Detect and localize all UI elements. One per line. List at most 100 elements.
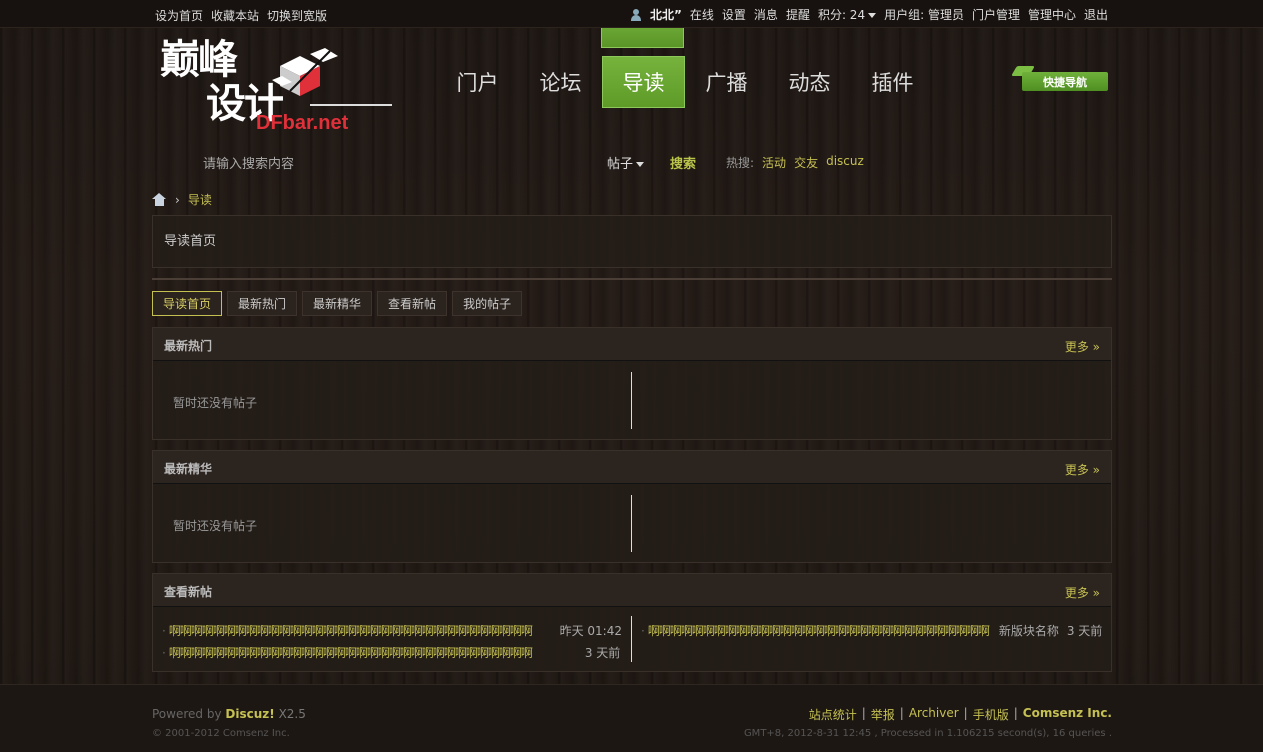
top-bar-left-links: 设为首页 收藏本站 切换到宽版 bbox=[155, 7, 327, 24]
column-divider bbox=[631, 495, 632, 552]
page-title: 导读首页 bbox=[164, 234, 217, 249]
post-time: 3 天前 bbox=[1066, 624, 1103, 638]
post-time: 3 天前 bbox=[584, 646, 621, 660]
separator: | bbox=[861, 706, 866, 720]
search-input[interactable]: 请输入搜索内容 bbox=[203, 153, 294, 172]
bullet: · bbox=[162, 645, 166, 660]
section-header: 最新精华 更多 » bbox=[153, 451, 1111, 484]
nav-item-feed[interactable]: 动态 bbox=[768, 56, 851, 108]
points-menu[interactable]: 积分: 24 bbox=[817, 6, 877, 23]
messages-link[interactable]: 消息 bbox=[754, 6, 778, 23]
footer-link-archiver[interactable]: Archiver bbox=[909, 706, 959, 723]
nav-item-plugins[interactable]: 插件 bbox=[851, 56, 934, 108]
section-header: 查看新帖 更多 » bbox=[153, 574, 1111, 607]
logo-text-top: 巅峰 bbox=[160, 36, 238, 83]
hot-keyword[interactable]: 交友 bbox=[794, 154, 818, 171]
column-divider bbox=[631, 616, 632, 662]
breadcrumb-current[interactable]: 导读 bbox=[188, 191, 212, 208]
search-type-label: 帖子 bbox=[607, 157, 634, 172]
top-bar: 设为首页 收藏本站 切换到宽版 北北” 在线 设置 消息 提醒 积分: 24 用… bbox=[0, 0, 1263, 28]
search-type-select[interactable]: 帖子 bbox=[607, 153, 645, 172]
section-latest-digest: 最新精华 更多 » 暂时还没有帖子 bbox=[152, 450, 1112, 563]
portal-admin-link[interactable]: 门户管理 bbox=[972, 6, 1020, 23]
separator: | bbox=[1013, 706, 1018, 720]
footer-links: 站点统计 | 举报 | Archiver | 手机版 | Comsenz Inc… bbox=[809, 706, 1112, 723]
user-icon bbox=[630, 8, 642, 21]
tab-latest-hot[interactable]: 最新热门 bbox=[227, 291, 298, 316]
section-latest-hot: 最新热门 更多 » 暂时还没有帖子 bbox=[152, 327, 1112, 440]
main-nav: 门户 论坛 导读 广播 动态 插件 bbox=[436, 56, 934, 108]
divider bbox=[152, 278, 1112, 280]
list-item: · 啊啊啊啊啊啊啊啊啊啊啊啊啊啊啊啊啊啊啊啊啊啊啊啊啊啊啊啊啊啊啊啊啊 3 天前 bbox=[162, 644, 622, 661]
footer-link-mobile[interactable]: 手机版 bbox=[973, 706, 1009, 723]
chevron-down-icon bbox=[868, 13, 877, 18]
empty-message: 暂时还没有帖子 bbox=[173, 519, 258, 533]
username-link[interactable]: 北北” bbox=[650, 6, 682, 23]
switch-wide-link[interactable]: 切换到宽版 bbox=[267, 7, 327, 24]
logout-link[interactable]: 退出 bbox=[1084, 6, 1108, 23]
column-divider bbox=[631, 372, 632, 429]
tab-latest-digest[interactable]: 最新精华 bbox=[302, 291, 373, 316]
usergroup-link[interactable]: 用户组: 管理员 bbox=[884, 6, 964, 23]
hot-keyword[interactable]: 活动 bbox=[762, 154, 786, 171]
guide-tabs: 导读首页 最新热门 最新精华 查看新帖 我的帖子 bbox=[152, 291, 523, 316]
footer-link-stats[interactable]: 站点统计 bbox=[809, 706, 857, 723]
footer: Powered by Discuz! X2.5 © 2001-2012 Coms… bbox=[0, 684, 1263, 752]
section-header: 最新热门 更多 » bbox=[153, 328, 1111, 361]
user-menu: 北北” 在线 设置 消息 提醒 积分: 24 用户组: 管理员 门户管理 管理中… bbox=[630, 6, 1108, 23]
reminders-link[interactable]: 提醒 bbox=[786, 6, 810, 23]
footer-stats: GMT+8, 2012-8-31 12:45 , Processed in 1.… bbox=[743, 728, 1112, 739]
footer-link-report[interactable]: 举报 bbox=[871, 706, 895, 723]
section-new-posts: 查看新帖 更多 » · 啊啊啊啊啊啊啊啊啊啊啊啊啊啊啊啊啊啊啊啊啊啊啊啊啊啊啊啊… bbox=[152, 573, 1112, 672]
active-nav-hang bbox=[601, 28, 684, 48]
quick-nav-button[interactable]: 快捷导航 bbox=[1022, 72, 1108, 91]
section-title: 最新精华 bbox=[164, 462, 213, 476]
tab-my-posts[interactable]: 我的帖子 bbox=[452, 291, 523, 316]
list-item: · 啊啊啊啊啊啊啊啊啊啊啊啊啊啊啊啊啊啊啊啊啊啊啊啊啊啊啊啊啊啊啊啊啊 昨天 0… bbox=[162, 622, 622, 639]
breadcrumb: › 导读 bbox=[152, 191, 212, 208]
admin-center-link[interactable]: 管理中心 bbox=[1028, 6, 1076, 23]
home-icon[interactable] bbox=[152, 193, 167, 206]
copyright: © 2001-2012 Comsenz Inc. bbox=[152, 728, 290, 739]
powered-prefix: Powered by bbox=[152, 707, 222, 721]
hot-label: 热搜: bbox=[726, 156, 755, 170]
logo-domain: DFbar.net bbox=[256, 112, 349, 134]
set-homepage-link[interactable]: 设为首页 bbox=[155, 7, 203, 24]
section-title: 查看新帖 bbox=[164, 585, 213, 599]
chevron-down-icon bbox=[636, 162, 645, 167]
bookmark-link[interactable]: 收藏本站 bbox=[211, 7, 259, 24]
chevron-right-icon: › bbox=[175, 192, 180, 207]
nav-item-portal[interactable]: 门户 bbox=[436, 56, 519, 108]
powered-by: Powered by Discuz! X2.5 bbox=[152, 707, 306, 721]
footer-brand-link[interactable]: Comsenz Inc. bbox=[1023, 706, 1112, 723]
post-title-link[interactable]: 啊啊啊啊啊啊啊啊啊啊啊啊啊啊啊啊啊啊啊啊啊啊啊啊啊啊啊啊啊啊啊 bbox=[648, 622, 996, 639]
post-title-link[interactable]: 啊啊啊啊啊啊啊啊啊啊啊啊啊啊啊啊啊啊啊啊啊啊啊啊啊啊啊啊啊啊啊啊啊 bbox=[169, 644, 565, 661]
more-link[interactable]: 更多 » bbox=[1065, 461, 1100, 478]
separator: | bbox=[963, 706, 968, 720]
nav-item-forum[interactable]: 论坛 bbox=[519, 56, 602, 108]
post-title-link[interactable]: 啊啊啊啊啊啊啊啊啊啊啊啊啊啊啊啊啊啊啊啊啊啊啊啊啊啊啊啊啊啊啊啊啊 bbox=[169, 622, 552, 639]
settings-link[interactable]: 设置 bbox=[722, 6, 746, 23]
hot-searches: 热搜: 活动 交友 discuz bbox=[726, 154, 864, 171]
nav-item-broadcast[interactable]: 广播 bbox=[685, 56, 768, 108]
points-label: 积分: 24 bbox=[817, 8, 866, 22]
logo-underline bbox=[310, 104, 392, 106]
site-logo[interactable]: 巅峰 设计 DFbar.net bbox=[160, 38, 395, 136]
tab-new-posts[interactable]: 查看新帖 bbox=[377, 291, 448, 316]
tab-guide-home[interactable]: 导读首页 bbox=[152, 291, 223, 316]
more-link[interactable]: 更多 » bbox=[1065, 338, 1100, 355]
forum-link[interactable]: 新版块名称 bbox=[999, 622, 1059, 639]
bullet: · bbox=[162, 623, 166, 638]
nav-item-guide[interactable]: 导读 bbox=[602, 56, 685, 108]
empty-message: 暂时还没有帖子 bbox=[173, 396, 258, 410]
hot-keyword[interactable]: discuz bbox=[826, 154, 864, 171]
logo-cube-icon bbox=[272, 48, 338, 96]
list-item: · 啊啊啊啊啊啊啊啊啊啊啊啊啊啊啊啊啊啊啊啊啊啊啊啊啊啊啊啊啊啊啊 新版块名称 … bbox=[641, 622, 1103, 639]
separator: | bbox=[899, 706, 904, 720]
guide-header-panel: 导读首页 bbox=[152, 215, 1112, 268]
post-time: 昨天 01:42 bbox=[559, 624, 622, 638]
search-button[interactable]: 搜索 bbox=[670, 153, 696, 172]
online-status-link[interactable]: 在线 bbox=[690, 6, 714, 23]
discuz-link[interactable]: Discuz! bbox=[225, 707, 274, 721]
more-link[interactable]: 更多 » bbox=[1065, 584, 1100, 601]
